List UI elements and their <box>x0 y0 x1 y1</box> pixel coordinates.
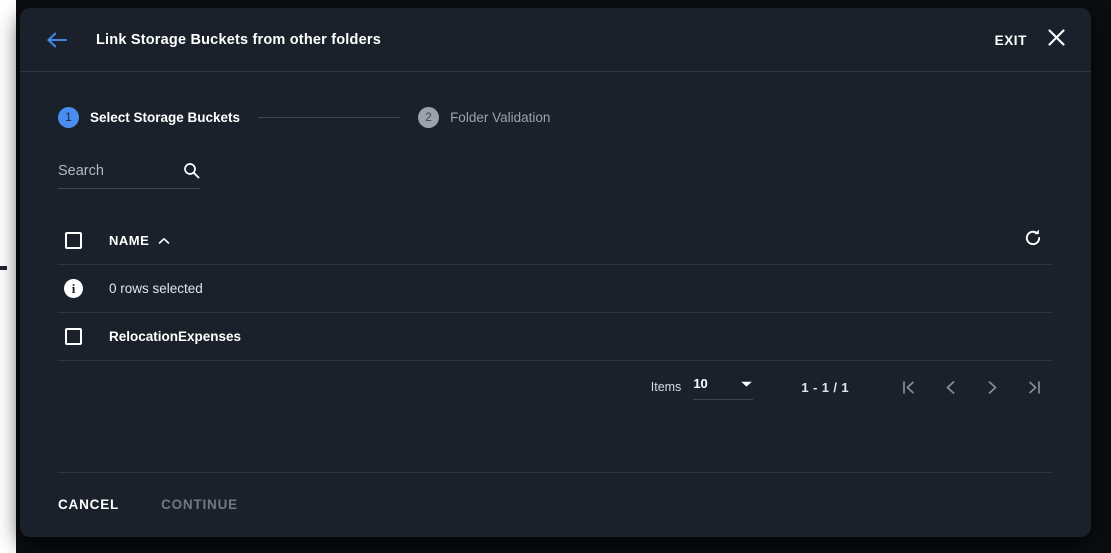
chevron-down-icon <box>740 375 753 393</box>
table-row[interactable]: RelocationExpenses <box>58 313 1053 361</box>
row-name-cell: RelocationExpenses <box>109 329 241 344</box>
dialog-header-actions: EXIT <box>995 8 1069 72</box>
items-per-page-value: 10 <box>693 376 707 391</box>
select-all-checkbox[interactable] <box>65 232 82 249</box>
cancel-button[interactable]: CANCEL <box>58 497 119 512</box>
refresh-button[interactable] <box>1019 227 1047 255</box>
refresh-icon <box>1023 228 1043 253</box>
dialog-body: 1 Select Storage Buckets 2 Folder Valida… <box>20 72 1091 472</box>
table-paginator: Items 10 1 - 1 / 1 <box>58 361 1053 413</box>
row-checkbox[interactable] <box>65 328 82 345</box>
rows-selected-text: 0 rows selected <box>109 281 203 296</box>
dialog-title: Link Storage Buckets from other folders <box>96 32 381 48</box>
search-field[interactable] <box>58 162 200 189</box>
stepper-connector <box>258 117 400 118</box>
wizard-stepper: 1 Select Storage Buckets 2 Folder Valida… <box>58 72 1053 128</box>
search-input[interactable] <box>58 163 158 179</box>
stepper-step-2-number: 2 <box>418 107 439 128</box>
search-icon[interactable] <box>183 162 200 179</box>
next-page-button[interactable] <box>977 372 1007 402</box>
chevron-up-icon <box>158 237 170 245</box>
screen-root: Link Storage Buckets from other folders … <box>0 0 1111 553</box>
first-page-button[interactable] <box>893 372 923 402</box>
last-page-button[interactable] <box>1019 372 1049 402</box>
stepper-step-1-number: 1 <box>58 107 79 128</box>
info-icon: i <box>64 279 83 298</box>
footer-divider <box>58 472 1053 473</box>
offscreen-edge-marker <box>0 266 7 270</box>
stepper-step-2-label: Folder Validation <box>450 110 550 125</box>
dialog-header: Link Storage Buckets from other folders … <box>20 8 1091 72</box>
items-per-page-select[interactable]: 10 <box>693 375 753 400</box>
page-backdrop-sliver <box>0 0 16 553</box>
paginator-range-label: 1 - 1 / 1 <box>801 380 849 395</box>
dialog-footer: CANCEL CONTINUE <box>20 472 1091 537</box>
stepper-step-1-label: Select Storage Buckets <box>90 110 240 125</box>
continue-button: CONTINUE <box>161 497 238 512</box>
table-header-row: NAME <box>58 217 1053 265</box>
stepper-step-select-storage-buckets[interactable]: 1 Select Storage Buckets <box>58 107 240 128</box>
column-header-name[interactable]: NAME <box>109 233 170 248</box>
arrow-left-icon <box>46 31 68 49</box>
stepper-step-folder-validation[interactable]: 2 Folder Validation <box>418 107 550 128</box>
previous-page-button[interactable] <box>935 372 965 402</box>
table-info-row: i 0 rows selected <box>58 265 1053 313</box>
storage-buckets-table: NAME <box>58 217 1053 413</box>
link-storage-buckets-dialog: Link Storage Buckets from other folders … <box>20 8 1091 537</box>
back-button[interactable] <box>40 23 74 57</box>
paginator-items-label: Items <box>651 380 682 394</box>
close-button[interactable] <box>1043 27 1069 53</box>
column-header-name-label: NAME <box>109 233 149 248</box>
paginator-navigation <box>893 372 1049 402</box>
exit-button[interactable]: EXIT <box>995 33 1027 48</box>
close-icon <box>1047 28 1066 52</box>
